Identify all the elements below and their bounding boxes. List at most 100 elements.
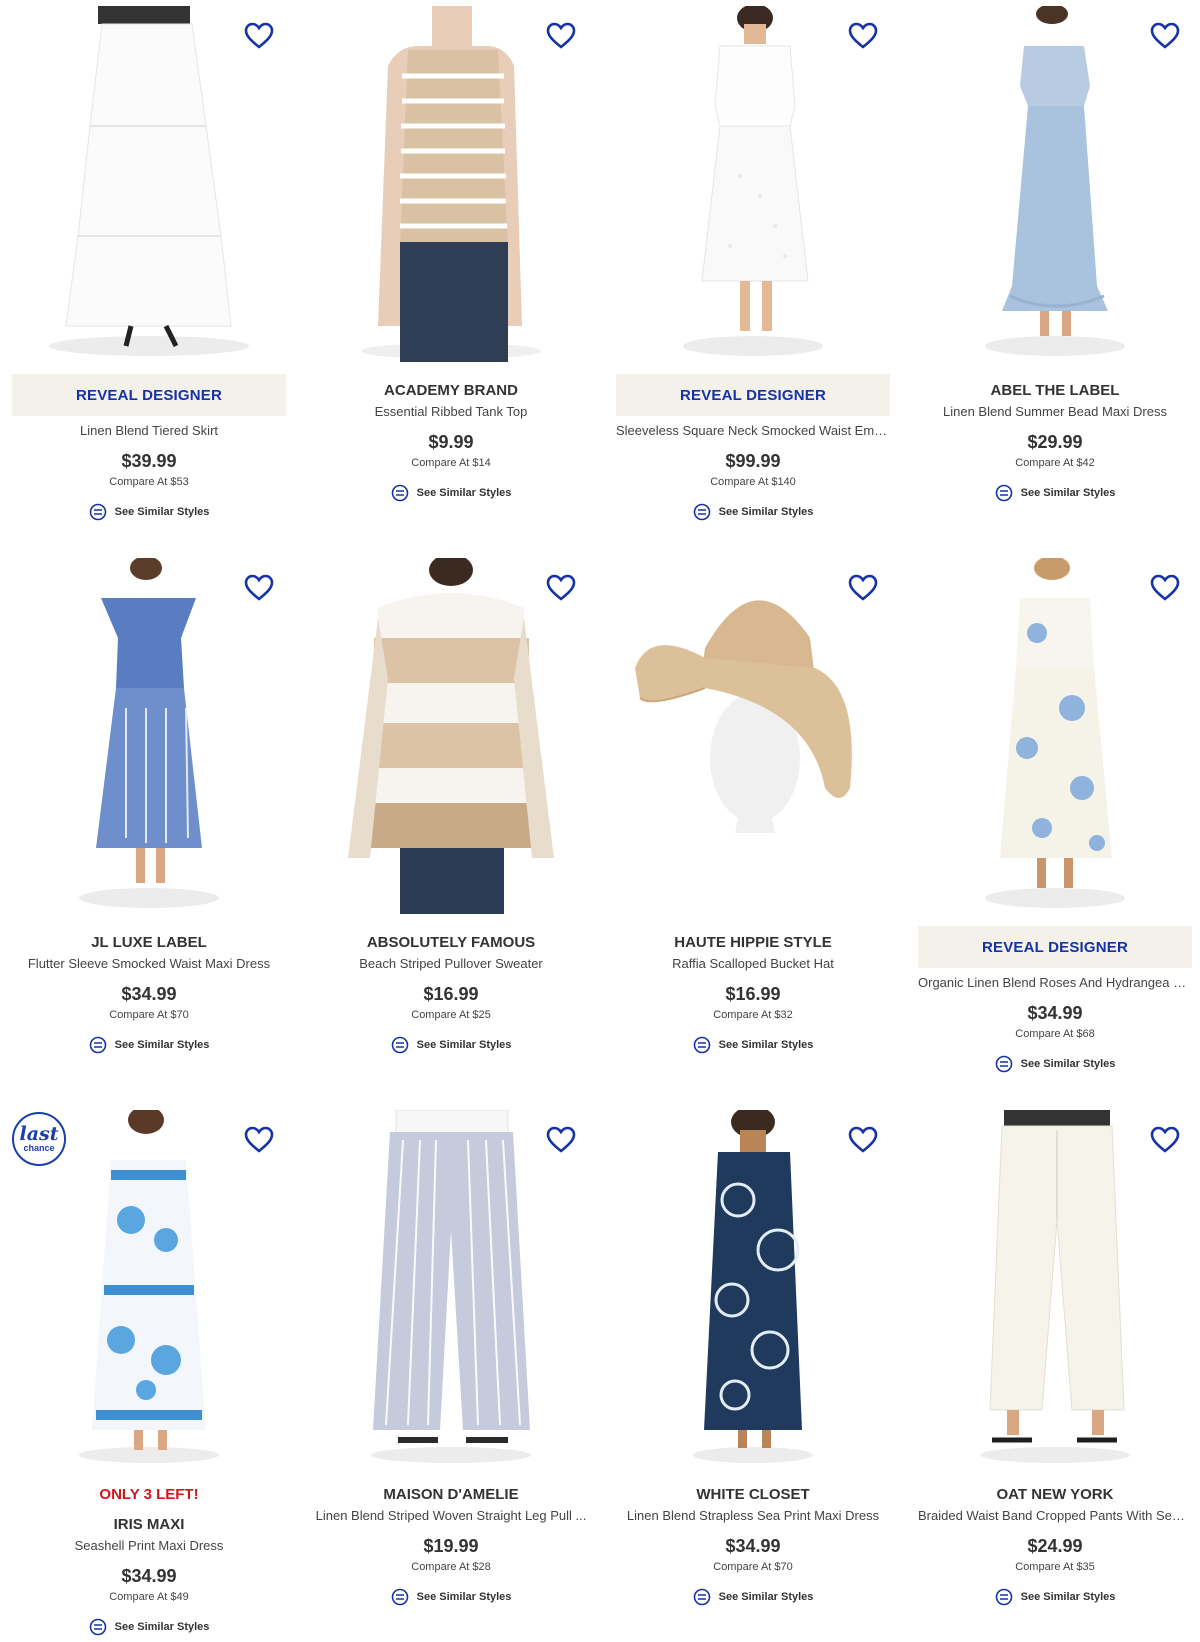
product-name[interactable]: Linen Blend Summer Bead Maxi Dress (912, 403, 1198, 420)
product-name[interactable]: Seashell Print Maxi Dress (6, 1537, 292, 1554)
product-price: $34.99 (1027, 1003, 1083, 1023)
product-brand[interactable]: ACADEMY BRAND (308, 382, 594, 400)
product-name[interactable]: Organic Linen Blend Roses And Hydrangea … (912, 974, 1198, 991)
compare-at-price: Compare At $70 (713, 1561, 793, 1573)
product-image[interactable] (610, 558, 896, 914)
low-stock-label: ONLY 3 LEFT! (99, 1486, 199, 1503)
product-info: ONLY 3 LEFT! IRIS MAXI Seashell Print Ma… (6, 1486, 292, 1637)
see-similar-styles-link[interactable]: See Similar Styles (912, 1587, 1198, 1607)
dress-image (79, 558, 219, 908)
heart-outline-icon[interactable] (1150, 574, 1180, 602)
see-similar-styles-link[interactable]: See Similar Styles (6, 502, 292, 522)
heart-outline-icon[interactable] (848, 574, 878, 602)
product-image[interactable] (308, 558, 594, 914)
product-brand[interactable]: OAT NEW YORK (912, 1486, 1198, 1504)
product-name[interactable]: Linen Blend Tiered Skirt (6, 422, 292, 439)
product-name[interactable]: Beach Striped Pullover Sweater (308, 955, 594, 972)
similar-styles-icon (693, 503, 710, 521)
product-price: $9.99 (428, 432, 474, 452)
product-brand[interactable]: JL LUXE LABEL (6, 934, 292, 952)
hat-image (635, 600, 852, 833)
heart-outline-icon[interactable] (546, 22, 576, 50)
product-brand[interactable]: MAISON D'AMELIE (308, 1486, 594, 1504)
heart-outline-icon[interactable] (244, 574, 274, 602)
product-name[interactable]: Essential Ribbed Tank Top (308, 403, 594, 420)
product-image[interactable]: last chance (6, 1110, 292, 1466)
see-similar-styles-link[interactable]: See Similar Styles (610, 502, 896, 522)
product-name[interactable]: Braided Waist Band Cropped Pants With Se… (912, 1507, 1198, 1524)
product-price: $29.99 (1027, 432, 1083, 452)
reveal-designer-button[interactable]: REVEAL DESIGNER (918, 926, 1192, 968)
similar-styles-icon (391, 1036, 408, 1054)
product-price: $24.99 (1027, 1536, 1083, 1556)
product-image[interactable] (610, 1110, 896, 1466)
reveal-designer-button[interactable]: REVEAL DESIGNER (12, 374, 286, 416)
see-similar-styles-link[interactable]: See Similar Styles (610, 1035, 896, 1055)
similar-styles-icon (391, 1588, 408, 1606)
see-similar-styles-link[interactable]: See Similar Styles (912, 1054, 1198, 1074)
heart-outline-icon[interactable] (1150, 22, 1180, 50)
reveal-designer-button[interactable]: REVEAL DESIGNER (616, 374, 890, 416)
product-info: REVEAL DESIGNER Sleeveless Square Neck S… (610, 374, 896, 522)
compare-at-price: Compare At $14 (411, 457, 491, 469)
heart-outline-icon[interactable] (546, 574, 576, 602)
compare-at-price: Compare At $42 (1015, 457, 1095, 469)
see-similar-styles-label: See Similar Styles (416, 1591, 512, 1603)
product-card[interactable]: ABEL THE LABEL Linen Blend Summer Bead M… (912, 6, 1198, 503)
pants-image (980, 1110, 1130, 1463)
product-card[interactable]: REVEAL DESIGNER Sleeveless Square Neck S… (610, 6, 896, 522)
product-image[interactable] (6, 6, 292, 362)
product-brand[interactable]: WHITE CLOSET (610, 1486, 896, 1504)
similar-styles-icon (89, 1618, 106, 1636)
product-card[interactable]: REVEAL DESIGNER Linen Blend Tiered Skirt… (6, 6, 292, 522)
see-similar-styles-link[interactable]: See Similar Styles (912, 483, 1198, 503)
see-similar-styles-link[interactable]: See Similar Styles (610, 1587, 896, 1607)
product-card[interactable]: REVEAL DESIGNER Organic Linen Blend Rose… (912, 558, 1198, 1074)
product-card[interactable]: OAT NEW YORK Braided Waist Band Cropped … (912, 1110, 1198, 1607)
product-image[interactable] (6, 558, 292, 914)
see-similar-styles-link[interactable]: See Similar Styles (308, 1587, 594, 1607)
heart-outline-icon[interactable] (546, 1126, 576, 1154)
product-image[interactable] (912, 558, 1198, 914)
heart-outline-icon[interactable] (848, 1126, 878, 1154)
product-name[interactable]: Linen Blend Strapless Sea Print Maxi Dre… (610, 1507, 896, 1524)
product-brand[interactable]: IRIS MAXI (6, 1516, 292, 1534)
see-similar-styles-label: See Similar Styles (1020, 487, 1116, 499)
see-similar-styles-link[interactable]: See Similar Styles (6, 1617, 292, 1637)
product-name[interactable]: Raffia Scalloped Bucket Hat (610, 955, 896, 972)
see-similar-styles-label: See Similar Styles (1020, 1058, 1116, 1070)
badge-line-2: chance (23, 1142, 55, 1153)
heart-outline-icon[interactable] (244, 1126, 274, 1154)
product-brand[interactable]: ABEL THE LABEL (912, 382, 1198, 400)
product-card[interactable]: ABSOLUTELY FAMOUS Beach Striped Pullover… (308, 558, 594, 1055)
heart-outline-icon[interactable] (1150, 1126, 1180, 1154)
product-image[interactable] (610, 6, 896, 362)
product-name[interactable]: Linen Blend Striped Woven Straight Leg P… (308, 1507, 594, 1524)
product-image[interactable] (308, 1110, 594, 1466)
product-card[interactable]: ACADEMY BRAND Essential Ribbed Tank Top … (308, 6, 594, 503)
product-card[interactable]: HAUTE HIPPIE STYLE Raffia Scalloped Buck… (610, 558, 896, 1055)
see-similar-styles-link[interactable]: See Similar Styles (308, 1035, 594, 1055)
product-price: $16.99 (423, 984, 479, 1004)
tank-top-image (361, 6, 541, 362)
product-image[interactable] (912, 1110, 1198, 1466)
product-image[interactable] (912, 6, 1198, 362)
compare-at-price: Compare At $70 (109, 1009, 189, 1021)
product-name[interactable]: Flutter Sleeve Smocked Waist Maxi Dress (6, 955, 292, 972)
product-card[interactable]: WHITE CLOSET Linen Blend Strapless Sea P… (610, 1110, 896, 1607)
product-card[interactable]: last chance ONLY 3 LEFT! IRIS MAXI Seash… (6, 1110, 292, 1637)
heart-outline-icon[interactable] (244, 22, 274, 50)
product-brand[interactable]: HAUTE HIPPIE STYLE (610, 934, 896, 952)
see-similar-styles-link[interactable]: See Similar Styles (308, 483, 594, 503)
product-card[interactable]: JL LUXE LABEL Flutter Sleeve Smocked Wai… (6, 558, 292, 1055)
heart-outline-icon[interactable] (848, 22, 878, 50)
see-similar-styles-label: See Similar Styles (416, 487, 512, 499)
product-card[interactable]: MAISON D'AMELIE Linen Blend Striped Wove… (308, 1110, 594, 1607)
product-info: ABSOLUTELY FAMOUS Beach Striped Pullover… (308, 934, 594, 1055)
product-info: HAUTE HIPPIE STYLE Raffia Scalloped Buck… (610, 934, 896, 1055)
see-similar-styles-link[interactable]: See Similar Styles (6, 1035, 292, 1055)
product-info: ABEL THE LABEL Linen Blend Summer Bead M… (912, 382, 1198, 503)
product-name[interactable]: Sleeveless Square Neck Smocked Waist Emb… (610, 422, 896, 439)
product-image[interactable] (308, 6, 594, 362)
product-brand[interactable]: ABSOLUTELY FAMOUS (308, 934, 594, 952)
